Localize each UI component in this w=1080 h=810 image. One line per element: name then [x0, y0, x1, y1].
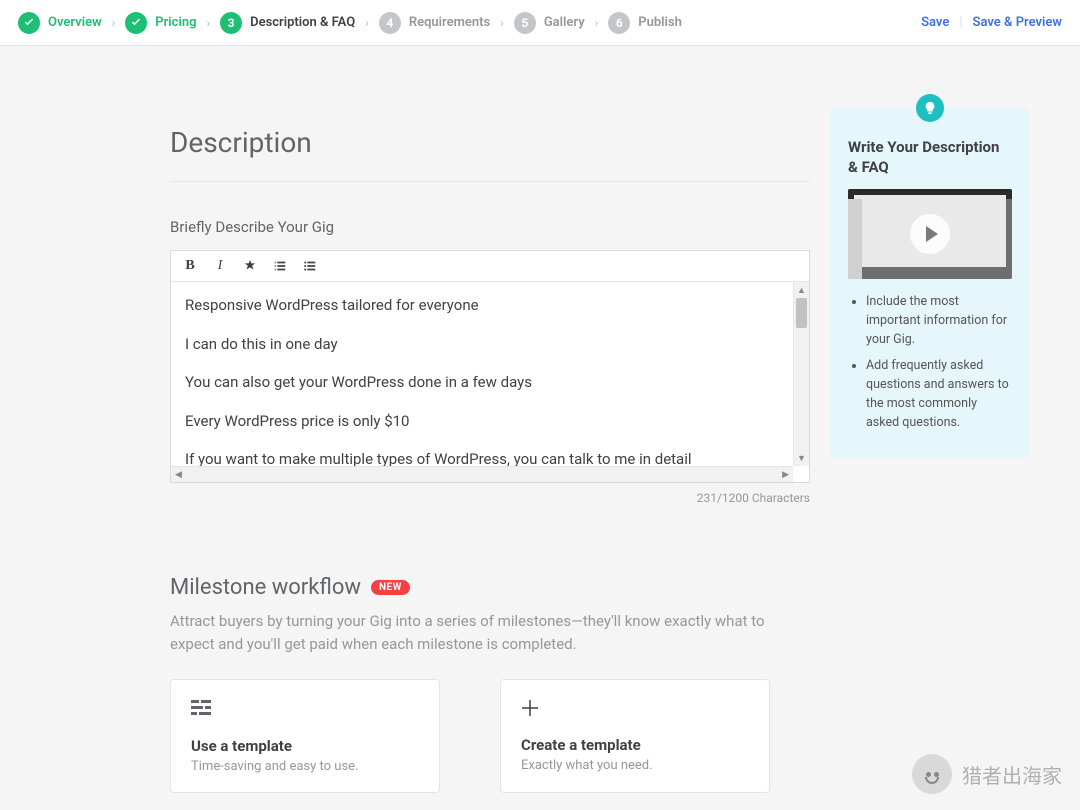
check-icon: [125, 12, 147, 34]
editor-toolbar: B I: [171, 251, 809, 282]
char-counter: 231/1200 Characters: [170, 491, 810, 505]
section-title: Description: [170, 126, 810, 182]
watermark-icon: [912, 754, 952, 794]
rich-text-editor: B I Responsive WordPress tailored for ev…: [170, 250, 810, 483]
chevron-right-icon: ›: [201, 16, 217, 30]
plus-icon: [521, 698, 749, 722]
new-badge: NEW: [371, 580, 410, 595]
help-tip: Include the most important information f…: [866, 293, 1012, 349]
step-overview[interactable]: Overview: [18, 12, 102, 34]
step-bar: Overview › Pricing › 3 Description & FAQ…: [0, 0, 1080, 46]
bold-button[interactable]: B: [181, 257, 199, 275]
step-label: Description & FAQ: [250, 15, 355, 30]
highlight-button[interactable]: [241, 257, 259, 275]
help-tooltip: Write Your Description & FAQ Include the…: [830, 108, 1030, 458]
horizontal-scrollbar[interactable]: ◀▶: [171, 466, 793, 482]
step-label: Gallery: [544, 15, 585, 30]
step-number: 6: [608, 12, 630, 34]
chevron-right-icon: ›: [106, 16, 122, 30]
milestone-title: Milestone workflow: [170, 575, 361, 600]
step-number: 4: [379, 12, 401, 34]
chevron-right-icon: ›: [494, 16, 510, 30]
editor-line: Responsive WordPress tailored for everyo…: [185, 294, 795, 317]
chevron-right-icon: ›: [359, 16, 375, 30]
template-icon: [191, 698, 419, 723]
save-link[interactable]: Save: [921, 15, 949, 30]
watermark-text: 猎者出海家: [962, 760, 1062, 789]
editor-line: You can also get your WordPress done in …: [185, 371, 795, 394]
help-tip: Add frequently asked questions and answe…: [866, 357, 1012, 432]
milestone-section: Milestone workflow NEW Attract buyers by…: [170, 575, 810, 793]
chevron-right-icon: ›: [589, 16, 605, 30]
help-tips-list: Include the most important information f…: [848, 293, 1012, 432]
step-pricing[interactable]: Pricing: [125, 12, 196, 34]
check-icon: [18, 12, 40, 34]
step-number: 3: [220, 12, 242, 34]
create-template-card[interactable]: Create a template Exactly what you need.: [500, 679, 770, 793]
italic-button[interactable]: I: [211, 257, 229, 275]
use-template-card[interactable]: Use a template Time-saving and easy to u…: [170, 679, 440, 793]
milestone-description: Attract buyers by turning your Gig into …: [170, 610, 810, 655]
watermark: 猎者出海家: [912, 754, 1062, 794]
help-title: Write Your Description & FAQ: [848, 138, 1012, 177]
step-label: Overview: [48, 15, 102, 30]
step-label: Publish: [638, 15, 682, 30]
card-subtitle: Exactly what you need.: [521, 758, 749, 773]
help-video[interactable]: [848, 189, 1012, 279]
top-actions: Save | Save & Preview: [921, 15, 1062, 30]
ordered-list-button[interactable]: [271, 257, 289, 275]
step-publish[interactable]: 6 Publish: [608, 12, 682, 34]
save-preview-link[interactable]: Save & Preview: [973, 15, 1062, 30]
editor-line: Every WordPress price is only $10: [185, 410, 795, 433]
card-title: Use a template: [191, 737, 419, 755]
step-gallery[interactable]: 5 Gallery: [514, 12, 585, 34]
editor-textarea[interactable]: Responsive WordPress tailored for everyo…: [171, 282, 809, 482]
editor-line: I can do this in one day: [185, 333, 795, 356]
step-label: Pricing: [155, 15, 196, 30]
step-description[interactable]: 3 Description & FAQ: [220, 12, 355, 34]
lightbulb-icon: [916, 94, 944, 122]
vertical-scrollbar[interactable]: ▲ ▼: [793, 282, 809, 466]
card-subtitle: Time-saving and easy to use.: [191, 759, 419, 774]
card-title: Create a template: [521, 736, 749, 754]
step-requirements[interactable]: 4 Requirements: [379, 12, 490, 34]
step-label: Requirements: [409, 15, 490, 30]
unordered-list-button[interactable]: [301, 257, 319, 275]
steps-list: Overview › Pricing › 3 Description & FAQ…: [18, 12, 682, 34]
play-icon: [910, 214, 950, 254]
step-number: 5: [514, 12, 536, 34]
field-label: Briefly Describe Your Gig: [170, 218, 810, 236]
separator: |: [959, 15, 962, 30]
